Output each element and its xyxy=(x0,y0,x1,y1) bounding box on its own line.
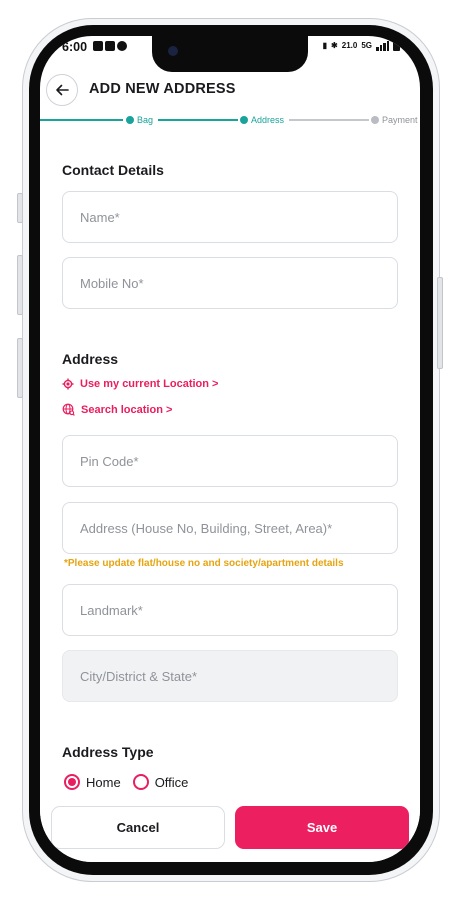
landmark-field[interactable] xyxy=(62,584,398,636)
radio-office[interactable]: Office xyxy=(132,774,189,790)
step-line-1 xyxy=(40,119,123,121)
radio-home[interactable]: Home xyxy=(64,774,121,790)
pincode-input[interactable] xyxy=(80,436,397,486)
arrow-left-icon xyxy=(56,84,69,96)
whatsapp-icon xyxy=(117,41,127,51)
step-label-payment: Payment xyxy=(382,115,418,125)
status-time: 6:00 xyxy=(62,40,88,54)
net-speed: 21.0 xyxy=(341,41,358,50)
address-title: Address xyxy=(62,351,119,367)
mobile-input[interactable] xyxy=(80,258,397,308)
radio-office-label: Office xyxy=(154,774,189,790)
step-dot-payment xyxy=(371,116,379,124)
battery-icon xyxy=(393,40,400,51)
back-button[interactable] xyxy=(46,74,78,106)
radio-office-circle[interactable] xyxy=(132,774,149,790)
checkout-stepper: Bag Address Payment xyxy=(40,114,420,126)
step-dot-address xyxy=(240,116,248,124)
city-state-input xyxy=(80,651,397,701)
signal-icon xyxy=(376,40,389,51)
status-right: ▮ ✱ 21.0 5G xyxy=(323,40,400,51)
city-state-field xyxy=(62,650,398,702)
address-type-radio-group: Home Office xyxy=(64,774,200,790)
radio-selected-dot xyxy=(68,778,76,786)
contact-details-title: Contact Details xyxy=(62,162,164,178)
app-header: ADD NEW ADDRESS xyxy=(40,74,420,112)
phone-power-button xyxy=(437,277,443,369)
search-location-label: Search location > xyxy=(81,403,173,416)
step-line-2 xyxy=(158,119,238,121)
use-current-location-label: Use my current Location > xyxy=(80,378,219,390)
mobile-field[interactable] xyxy=(62,257,398,309)
use-current-location-link[interactable]: Use my current Location > xyxy=(62,378,218,390)
globe-search-icon xyxy=(62,403,75,416)
bottom-action-bar: Cancel Save xyxy=(40,798,420,862)
radio-home-label: Home xyxy=(86,774,121,790)
step-label-address: Address xyxy=(251,115,285,125)
address-type-title: Address Type xyxy=(62,744,154,760)
radio-home-circle[interactable] xyxy=(64,774,80,790)
name-field[interactable] xyxy=(62,191,398,243)
phone-volume-up-button xyxy=(17,255,23,315)
address-line-field[interactable] xyxy=(62,502,398,554)
page-title: ADD NEW ADDRESS xyxy=(89,81,236,97)
screen: 6:00 ▮ ✱ 21.0 5G ADD NEW ADDRESS Bag Add… xyxy=(40,36,420,862)
step-line-3 xyxy=(289,119,369,121)
bluetooth-icon: ✱ xyxy=(331,41,338,50)
app-icon xyxy=(105,41,115,51)
phone-volume-down-button xyxy=(17,338,23,398)
cancel-button[interactable]: Cancel xyxy=(51,806,225,849)
step-label-bag: Bag xyxy=(137,115,154,125)
location-crosshair-icon xyxy=(62,378,74,390)
phone-side-button xyxy=(17,193,23,223)
vibrate-icon: ▮ xyxy=(322,41,328,50)
front-camera xyxy=(168,46,178,56)
address-hint: *Please update flat/house no and society… xyxy=(64,558,344,569)
save-button[interactable]: Save xyxy=(235,806,409,849)
name-input[interactable] xyxy=(80,192,397,242)
teams-icon xyxy=(93,41,103,51)
pincode-field[interactable] xyxy=(62,435,398,487)
network-type: 5G xyxy=(361,41,372,50)
search-location-link[interactable]: Search location > xyxy=(62,403,172,416)
notification-icons xyxy=(93,41,127,51)
landmark-input[interactable] xyxy=(80,585,397,635)
address-line-input[interactable] xyxy=(80,503,397,553)
step-dot-bag xyxy=(126,116,134,124)
